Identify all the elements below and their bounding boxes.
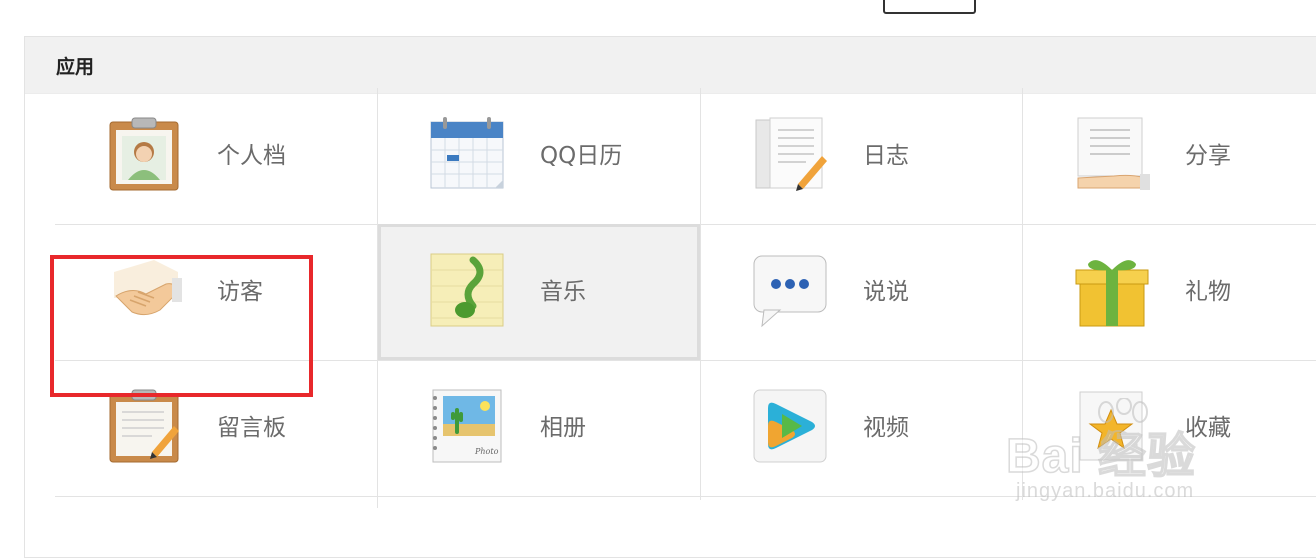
app-label: 个人档: [217, 143, 286, 169]
app-blog[interactable]: 日志: [701, 88, 1023, 224]
app-label: 礼物: [1185, 279, 1231, 305]
profile-clipboard-icon: [109, 117, 179, 191]
app-label: 日志: [863, 143, 909, 169]
app-favorites[interactable]: 收藏: [1023, 360, 1316, 496]
app-profile[interactable]: 个人档: [55, 88, 377, 224]
section-title: 应用: [56, 55, 95, 78]
grid-divider: [55, 496, 1316, 497]
app-label: 分享: [1185, 143, 1231, 169]
apps-grid: 个人档 QQ日历 日志 分享 访客 音乐 说说 礼物 留言板 Photo 相册 …: [31, 88, 1316, 508]
speech-bubble-icon: [753, 255, 827, 328]
app-share[interactable]: 分享: [1023, 88, 1316, 224]
favorites-star-icon: [1079, 391, 1143, 461]
app-visitor[interactable]: 访客: [55, 224, 377, 360]
app-gift[interactable]: 礼物: [1023, 224, 1316, 360]
app-label: 相册: [540, 415, 586, 441]
top-tab-outline[interactable]: [883, 0, 976, 14]
visitor-handshake-icon: [114, 260, 182, 316]
app-label: 音乐: [540, 279, 586, 305]
app-label: 留言板: [217, 415, 286, 441]
video-play-icon: [753, 389, 827, 463]
app-label: 说说: [863, 279, 909, 305]
blog-notebook-icon: [755, 117, 827, 191]
app-label: 收藏: [1185, 415, 1231, 441]
app-photos[interactable]: Photo 相册: [378, 360, 700, 496]
share-hand-document-icon: [1077, 117, 1150, 190]
app-message-board[interactable]: 留言板: [55, 360, 377, 496]
calendar-icon: [430, 117, 504, 189]
photo-album-icon: Photo: [432, 389, 502, 463]
music-note-icon: [430, 253, 504, 327]
app-label: QQ日历: [540, 143, 623, 169]
svg-text:Photo: Photo: [474, 447, 499, 456]
panel-header: 应用: [25, 37, 1316, 94]
app-calendar[interactable]: QQ日历: [378, 88, 700, 224]
message-board-clipboard-icon: [109, 389, 179, 463]
app-label: 访客: [217, 279, 263, 305]
app-label: 视频: [863, 415, 909, 441]
gift-box-icon: [1075, 260, 1149, 327]
app-music[interactable]: 音乐: [378, 224, 700, 360]
app-video[interactable]: 视频: [701, 360, 1023, 496]
app-mood[interactable]: 说说: [701, 224, 1023, 360]
